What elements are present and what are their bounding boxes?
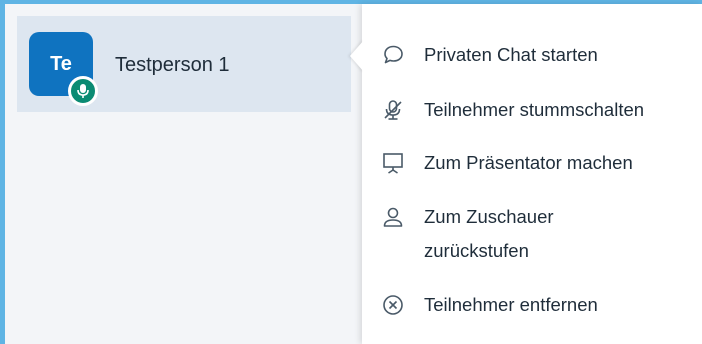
- user-list-panel: Te Testperson 1: [5, 4, 362, 344]
- menu-pointer-caret: [350, 40, 364, 72]
- close-circle-icon: [380, 292, 406, 318]
- menu-item-make-presenter[interactable]: Zum Präsentator machen: [362, 146, 702, 180]
- mic-muted-icon: [380, 97, 406, 123]
- menu-item-label: Teilnehmer stummschalten: [424, 99, 645, 120]
- person-icon: [380, 204, 406, 230]
- menu-item-label: Zum Zuschauer zurückstufen: [424, 206, 554, 261]
- user-list-item[interactable]: Te Testperson 1: [17, 16, 351, 112]
- menu-item-label: Zum Präsentator machen: [424, 152, 633, 173]
- menu-item-demote-to-viewer[interactable]: Zum Zuschauer zurückstufen: [362, 200, 702, 268]
- microphone-icon: [68, 76, 98, 106]
- chat-bubble-icon: [380, 42, 406, 68]
- menu-item-label: Teilnehmer entfernen: [424, 294, 598, 315]
- user-name: Testperson 1: [115, 54, 230, 76]
- presentation-screen-icon: [380, 150, 406, 176]
- menu-item-mute-participant[interactable]: Teilnehmer stummschalten: [362, 93, 702, 127]
- participant-context-menu: Privaten Chat starten Teilnehmer stummsc…: [362, 4, 702, 344]
- menu-item-remove-participant[interactable]: Teilnehmer entfernen: [362, 288, 702, 322]
- menu-item-private-chat[interactable]: Privaten Chat starten: [362, 38, 702, 72]
- menu-item-label: Privaten Chat starten: [424, 44, 598, 65]
- avatar-initials: Te: [50, 52, 72, 75]
